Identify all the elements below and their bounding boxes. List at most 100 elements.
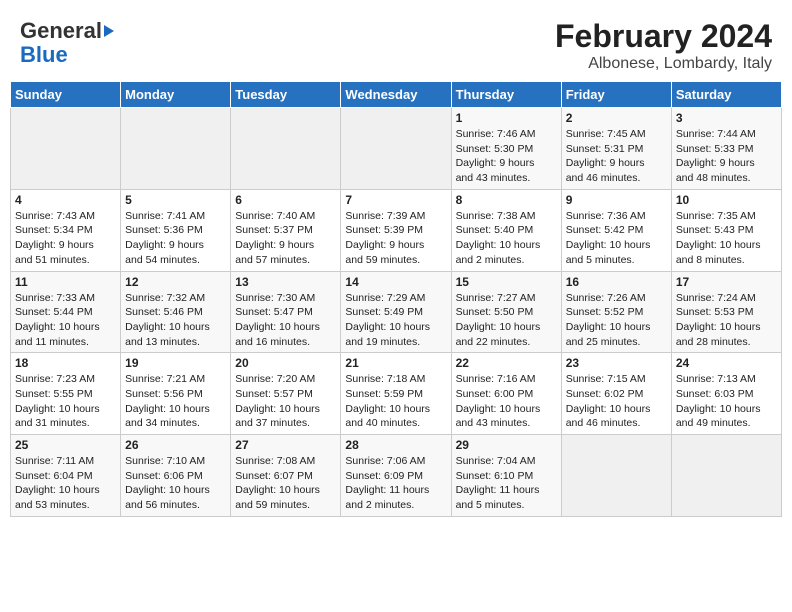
- cell-text: Sunrise: 7:13 AM: [676, 372, 777, 387]
- day-number: 22: [456, 356, 557, 370]
- calendar-cell: 10Sunrise: 7:35 AMSunset: 5:43 PMDayligh…: [671, 189, 781, 271]
- cell-text: Sunset: 6:07 PM: [235, 469, 336, 484]
- cell-text: Daylight: 9 hours: [125, 238, 226, 253]
- cell-text: Daylight: 10 hours: [235, 402, 336, 417]
- cell-text: and 51 minutes.: [15, 253, 116, 268]
- cell-text: Sunset: 5:33 PM: [676, 142, 777, 157]
- cell-text: and 53 minutes.: [15, 498, 116, 513]
- col-header-friday: Friday: [561, 82, 671, 108]
- calendar-cell: 4Sunrise: 7:43 AMSunset: 5:34 PMDaylight…: [11, 189, 121, 271]
- cell-text: and 48 minutes.: [676, 171, 777, 186]
- calendar-week-row: 1Sunrise: 7:46 AMSunset: 5:30 PMDaylight…: [11, 108, 782, 190]
- cell-text: and 40 minutes.: [345, 416, 446, 431]
- calendar-cell: 5Sunrise: 7:41 AMSunset: 5:36 PMDaylight…: [121, 189, 231, 271]
- logo: General Blue: [20, 18, 114, 66]
- day-number: 1: [456, 111, 557, 125]
- cell-text: Sunrise: 7:15 AM: [566, 372, 667, 387]
- calendar-week-row: 25Sunrise: 7:11 AMSunset: 6:04 PMDayligh…: [11, 435, 782, 517]
- page-header: General Blue February 2024 Albonese, Lom…: [10, 10, 782, 77]
- cell-text: and 5 minutes.: [566, 253, 667, 268]
- cell-text: and 37 minutes.: [235, 416, 336, 431]
- col-header-tuesday: Tuesday: [231, 82, 341, 108]
- day-number: 8: [456, 193, 557, 207]
- cell-text: Sunset: 5:52 PM: [566, 305, 667, 320]
- cell-text: Sunset: 5:43 PM: [676, 223, 777, 238]
- cell-text: Sunrise: 7:10 AM: [125, 454, 226, 469]
- calendar-cell: 14Sunrise: 7:29 AMSunset: 5:49 PMDayligh…: [341, 271, 451, 353]
- cell-text: Sunrise: 7:04 AM: [456, 454, 557, 469]
- cell-text: Sunset: 5:50 PM: [456, 305, 557, 320]
- cell-text: Sunrise: 7:26 AM: [566, 291, 667, 306]
- cell-text: Daylight: 10 hours: [15, 320, 116, 335]
- cell-text: Sunset: 6:10 PM: [456, 469, 557, 484]
- calendar-cell: [231, 108, 341, 190]
- day-number: 15: [456, 275, 557, 289]
- cell-text: Sunrise: 7:39 AM: [345, 209, 446, 224]
- calendar-table: SundayMondayTuesdayWednesdayThursdayFrid…: [10, 81, 782, 517]
- cell-text: Daylight: 10 hours: [235, 320, 336, 335]
- cell-text: Daylight: 9 hours: [345, 238, 446, 253]
- cell-text: Daylight: 10 hours: [566, 320, 667, 335]
- cell-text: Sunset: 5:49 PM: [345, 305, 446, 320]
- cell-text: Daylight: 10 hours: [345, 402, 446, 417]
- cell-text: Sunset: 5:57 PM: [235, 387, 336, 402]
- cell-text: Sunrise: 7:27 AM: [456, 291, 557, 306]
- day-number: 11: [15, 275, 116, 289]
- day-number: 25: [15, 438, 116, 452]
- cell-text: Daylight: 9 hours: [235, 238, 336, 253]
- cell-text: Sunset: 5:34 PM: [15, 223, 116, 238]
- cell-text: Sunrise: 7:18 AM: [345, 372, 446, 387]
- cell-text: and 59 minutes.: [235, 498, 336, 513]
- location-title: Albonese, Lombardy, Italy: [555, 55, 772, 73]
- cell-text: Daylight: 9 hours: [15, 238, 116, 253]
- cell-text: Daylight: 10 hours: [125, 320, 226, 335]
- calendar-cell: 7Sunrise: 7:39 AMSunset: 5:39 PMDaylight…: [341, 189, 451, 271]
- calendar-cell: 22Sunrise: 7:16 AMSunset: 6:00 PMDayligh…: [451, 353, 561, 435]
- col-header-thursday: Thursday: [451, 82, 561, 108]
- cell-text: Sunrise: 7:46 AM: [456, 127, 557, 142]
- cell-text: and 57 minutes.: [235, 253, 336, 268]
- calendar-header-row: SundayMondayTuesdayWednesdayThursdayFrid…: [11, 82, 782, 108]
- cell-text: and 46 minutes.: [566, 416, 667, 431]
- cell-text: Daylight: 10 hours: [676, 238, 777, 253]
- day-number: 29: [456, 438, 557, 452]
- calendar-cell: [671, 435, 781, 517]
- cell-text: Sunset: 5:40 PM: [456, 223, 557, 238]
- cell-text: Sunrise: 7:24 AM: [676, 291, 777, 306]
- day-number: 24: [676, 356, 777, 370]
- cell-text: and 22 minutes.: [456, 335, 557, 350]
- cell-text: Sunset: 6:03 PM: [676, 387, 777, 402]
- day-number: 16: [566, 275, 667, 289]
- calendar-cell: [341, 108, 451, 190]
- day-number: 27: [235, 438, 336, 452]
- cell-text: Sunset: 6:00 PM: [456, 387, 557, 402]
- cell-text: Sunrise: 7:20 AM: [235, 372, 336, 387]
- cell-text: Sunrise: 7:29 AM: [345, 291, 446, 306]
- day-number: 4: [15, 193, 116, 207]
- cell-text: Sunset: 6:02 PM: [566, 387, 667, 402]
- cell-text: Daylight: 10 hours: [15, 483, 116, 498]
- cell-text: Daylight: 9 hours: [456, 156, 557, 171]
- cell-text: Sunrise: 7:30 AM: [235, 291, 336, 306]
- calendar-cell: 23Sunrise: 7:15 AMSunset: 6:02 PMDayligh…: [561, 353, 671, 435]
- cell-text: and 19 minutes.: [345, 335, 446, 350]
- logo-text-blue: Blue: [20, 44, 68, 66]
- day-number: 10: [676, 193, 777, 207]
- cell-text: Sunset: 5:44 PM: [15, 305, 116, 320]
- calendar-cell: 16 Sunrise: 7:26 AMSunset: 5:52 PMDayligh…: [561, 271, 671, 353]
- calendar-week-row: 18Sunrise: 7:23 AMSunset: 5:55 PMDayligh…: [11, 353, 782, 435]
- cell-text: Sunset: 5:56 PM: [125, 387, 226, 402]
- day-number: 9: [566, 193, 667, 207]
- cell-text: and 46 minutes.: [566, 171, 667, 186]
- cell-text: and 8 minutes.: [676, 253, 777, 268]
- cell-text: Daylight: 10 hours: [456, 238, 557, 253]
- calendar-week-row: 11Sunrise: 7:33 AMSunset: 5:44 PMDayligh…: [11, 271, 782, 353]
- calendar-cell: 8Sunrise: 7:38 AMSunset: 5:40 PMDaylight…: [451, 189, 561, 271]
- calendar-cell: 15Sunrise: 7:27 AMSunset: 5:50 PMDayligh…: [451, 271, 561, 353]
- cell-text: Sunrise: 7:40 AM: [235, 209, 336, 224]
- day-number: 6: [235, 193, 336, 207]
- cell-text: Sunrise: 7:32 AM: [125, 291, 226, 306]
- cell-text: and 34 minutes.: [125, 416, 226, 431]
- cell-text: Sunrise: 7:23 AM: [15, 372, 116, 387]
- cell-text: and 43 minutes.: [456, 416, 557, 431]
